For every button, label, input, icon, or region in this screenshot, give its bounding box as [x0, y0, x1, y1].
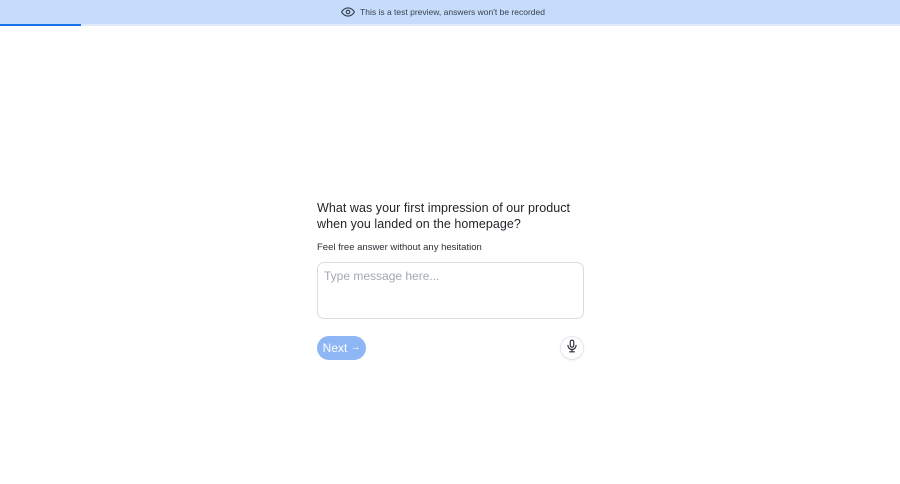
progress-bar-fill — [0, 24, 81, 26]
preview-banner-text: This is a test preview, answers won't be… — [360, 7, 545, 17]
eye-icon — [341, 5, 356, 19]
next-button-label: Next — [322, 341, 348, 355]
message-input[interactable] — [317, 262, 584, 319]
question-title: What was your first impression of our pr… — [317, 201, 571, 231]
question-card: What was your first impression of our pr… — [317, 201, 584, 360]
preview-banner: This is a test preview, answers won't be… — [0, 0, 900, 24]
microphone-icon — [565, 339, 579, 358]
arrow-right-icon: → — [350, 342, 361, 353]
question-hint: Feel free answer without any hesitation — [317, 242, 482, 253]
progress-bar — [0, 24, 900, 26]
microphone-button[interactable] — [560, 336, 584, 360]
actions-row: Next → — [317, 336, 584, 360]
next-button[interactable]: Next → — [317, 336, 366, 360]
